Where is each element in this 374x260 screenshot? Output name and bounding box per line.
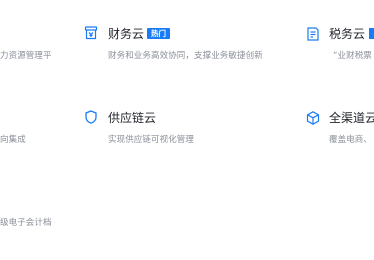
- product-card-supply-chain[interactable]: 供应链云 实现供应链可视化管理: [83, 108, 313, 152]
- finance-cloud-icon: [83, 25, 99, 41]
- hot-badge: 热门: [147, 28, 170, 39]
- product-card-omnichannel[interactable]: 全渠道云 覆盖电商、: [305, 108, 374, 152]
- left-row3-desc: 级电子会计档: [0, 218, 52, 228]
- product-card-tax[interactable]: 税务云 “业财税票: [305, 24, 374, 68]
- card-title: 全渠道云: [329, 111, 374, 125]
- omnichannel-cube-icon: [305, 110, 321, 126]
- product-card-finance[interactable]: 财务云 热门 财务和业务高效协同，支撑业务敏捷创新: [83, 24, 313, 68]
- card-desc: 实现供应链可视化管理: [108, 135, 195, 145]
- card-desc: 覆盖电商、: [329, 135, 373, 145]
- card-title: 财务云: [108, 27, 145, 41]
- left-row2-desc: 向集成: [0, 135, 26, 145]
- tax-cloud-icon: [305, 26, 321, 42]
- card-title: 供应链云: [108, 111, 157, 125]
- card-desc: 财务和业务高效协同，支撑业务敏捷创新: [108, 51, 263, 61]
- supply-chain-shield-icon: [83, 109, 99, 125]
- tax-badge-partial: [369, 28, 374, 39]
- card-desc: “业财税票: [333, 51, 372, 61]
- left-row1-desc: 力资源管理平: [0, 51, 52, 61]
- card-title: 税务云: [329, 27, 366, 41]
